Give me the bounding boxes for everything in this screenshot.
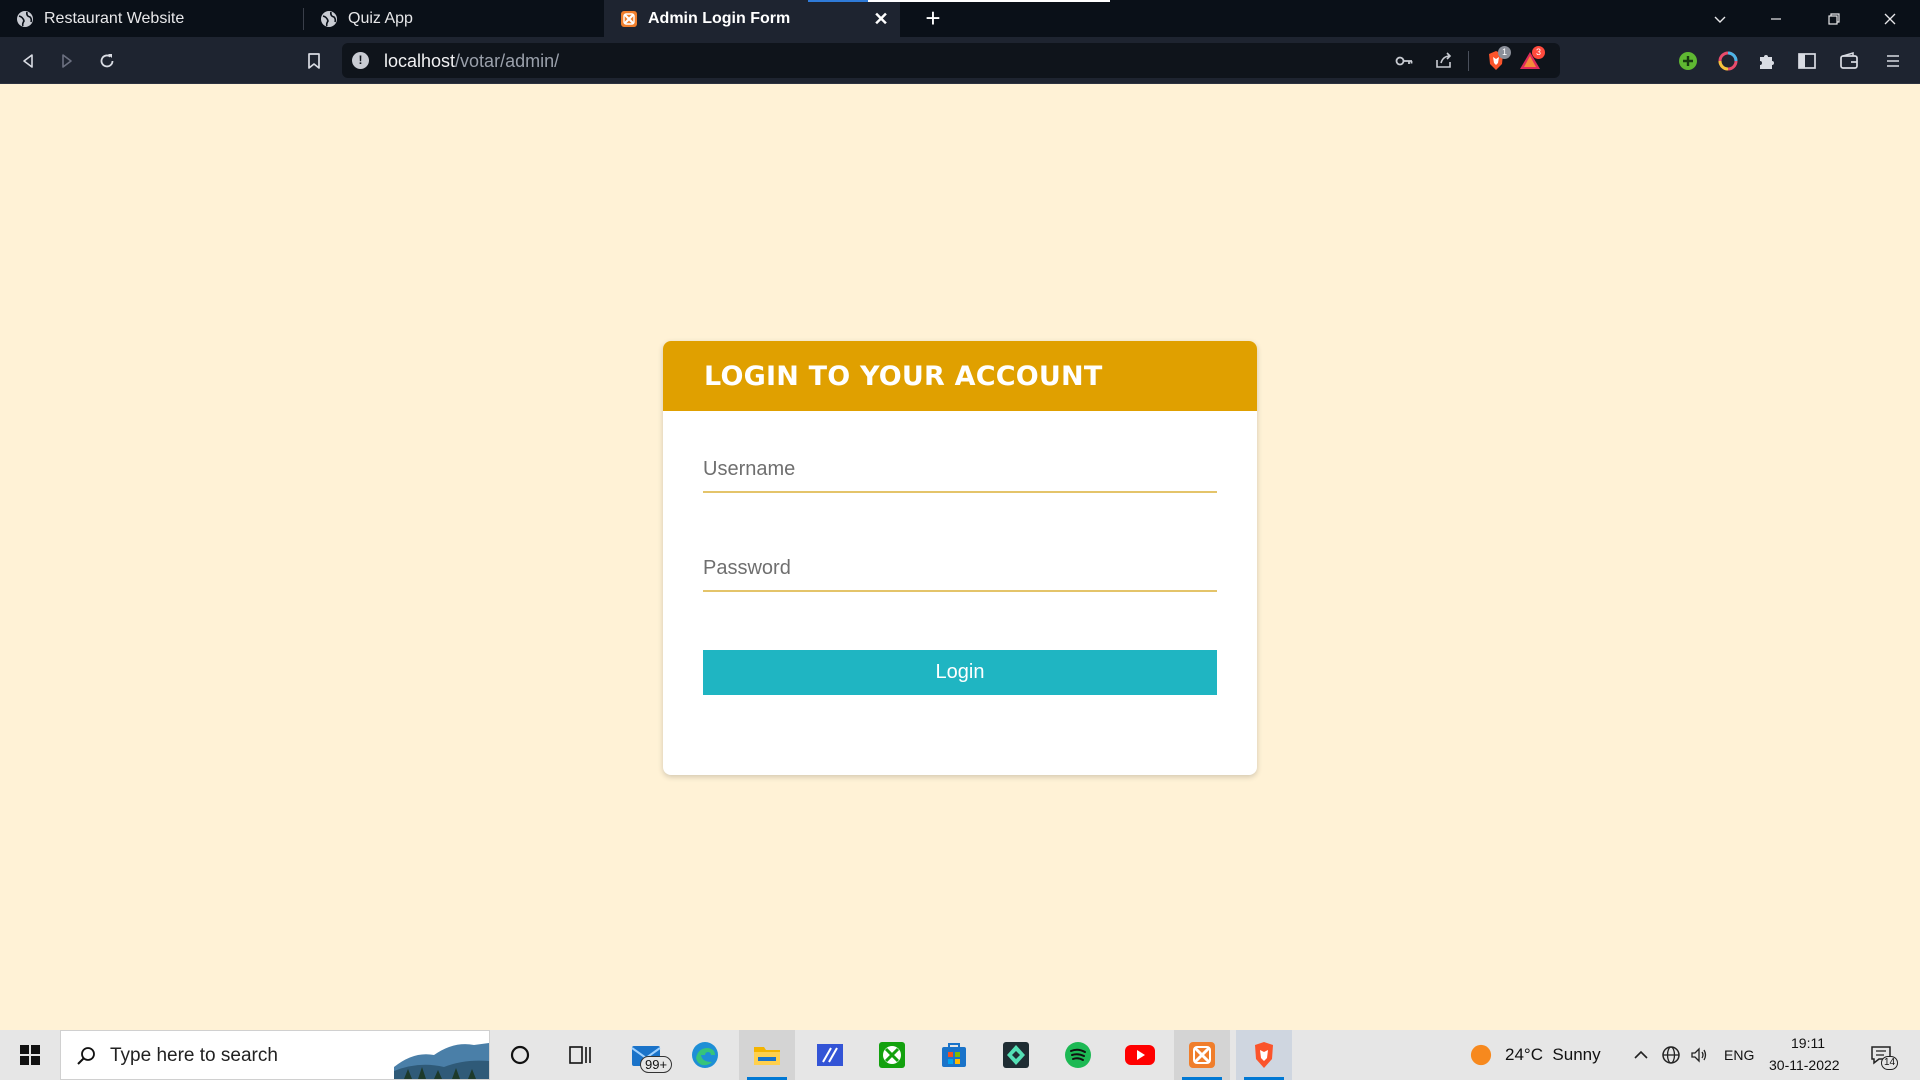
extensions-puzzle-icon[interactable]	[1752, 46, 1782, 76]
network-globe-icon[interactable]	[1660, 1044, 1682, 1066]
file-explorer-app[interactable]	[739, 1030, 795, 1080]
password-input[interactable]	[703, 542, 1217, 592]
tab-strip: Restaurant Website Quiz App Admin Login …	[0, 0, 1920, 37]
url-path: /votar/admin/	[455, 51, 560, 71]
task-view-button[interactable]	[552, 1030, 608, 1080]
chevron-down-icon	[1714, 16, 1726, 23]
file-explorer-icon	[754, 1047, 780, 1065]
edge-app[interactable]	[677, 1030, 733, 1080]
reload-button[interactable]	[92, 46, 122, 76]
back-button[interactable]	[13, 46, 43, 76]
new-tab-button[interactable]: +	[918, 4, 948, 34]
tab-search-button[interactable]	[1692, 0, 1748, 37]
search-highlight-illustration	[394, 1043, 489, 1079]
youtube-icon	[1125, 1045, 1155, 1065]
clock-time[interactable]: 19:11	[1791, 1035, 1825, 1051]
reload-icon	[100, 54, 114, 68]
browser-toolbar: ! localhost/votar/admin/ 1 3	[0, 37, 1920, 84]
start-button[interactable]	[0, 1030, 60, 1080]
globe-icon	[320, 10, 338, 28]
forward-arrow-icon	[62, 54, 72, 68]
language-indicator[interactable]: ENG	[1724, 1047, 1754, 1063]
windows-taskbar: Type here to search 99+ 24°C Sunny ENG 1…	[0, 1030, 1920, 1080]
xbox-app[interactable]	[864, 1030, 920, 1080]
task-view-icon	[569, 1046, 591, 1064]
login-button[interactable]: Login	[703, 650, 1217, 695]
notification-count: 14	[1881, 1056, 1899, 1070]
filmora-icon	[1003, 1042, 1029, 1068]
login-title: LOGIN TO YOUR ACCOUNT	[704, 360, 1103, 392]
pen-app-icon	[817, 1044, 843, 1066]
url-host: localhost	[384, 51, 456, 71]
mail-app[interactable]: 99+	[620, 1030, 676, 1080]
close-icon	[1884, 13, 1896, 24]
weather-sun-icon[interactable]	[1470, 1044, 1492, 1066]
username-input[interactable]	[703, 443, 1217, 493]
rewards-badge: 3	[1532, 46, 1545, 59]
search-icon	[75, 1045, 97, 1072]
bookmark-button[interactable]	[299, 46, 329, 76]
back-arrow-icon	[23, 54, 33, 68]
tab-title: Quiz App	[348, 9, 413, 27]
restore-button[interactable]	[1806, 0, 1862, 37]
tab-admin-login-form[interactable]: Admin Login Form ✕	[604, 0, 900, 37]
tab-title: Admin Login Form	[648, 9, 791, 27]
weather-text[interactable]: 24°C Sunny	[1505, 1045, 1601, 1065]
color-picker-extension-icon[interactable]	[1713, 46, 1743, 76]
brave-app[interactable]	[1236, 1030, 1292, 1080]
windows-logo-icon	[20, 1045, 40, 1065]
youtube-app[interactable]	[1112, 1030, 1168, 1080]
xampp-app[interactable]	[1174, 1030, 1230, 1080]
tab-loading-bar	[808, 0, 868, 2]
search-placeholder: Type here to search	[110, 1045, 278, 1066]
login-card-header: LOGIN TO YOUR ACCOUNT	[663, 341, 1257, 411]
cortana-icon	[510, 1045, 530, 1065]
password-key-icon[interactable]	[1392, 49, 1416, 73]
brave-rewards-icon[interactable]: 3	[1518, 46, 1545, 73]
wallet-icon[interactable]	[1834, 46, 1864, 76]
taskbar-search-box[interactable]: Type here to search	[60, 1030, 490, 1080]
vpn-extension-icon[interactable]	[1673, 46, 1703, 76]
mail-badge: 99+	[640, 1056, 673, 1073]
close-window-button[interactable]	[1862, 0, 1918, 37]
xbox-icon	[879, 1042, 905, 1068]
spotify-app[interactable]	[1050, 1030, 1106, 1080]
xampp-icon	[620, 10, 638, 28]
bookmark-icon	[308, 53, 320, 69]
globe-icon	[16, 10, 34, 28]
cortana-button[interactable]	[492, 1030, 548, 1080]
notification-center-icon[interactable]: 14	[1870, 1044, 1899, 1070]
store-app[interactable]	[926, 1030, 982, 1080]
tab-restaurant-website[interactable]: Restaurant Website	[0, 0, 302, 37]
clock-date[interactable]: 30-11-2022	[1769, 1057, 1840, 1073]
sidebar-toggle-icon[interactable]	[1792, 46, 1822, 76]
minimize-icon	[1771, 17, 1781, 20]
edge-icon	[692, 1042, 718, 1068]
shields-count-badge: 1	[1498, 46, 1511, 59]
tab-quiz-app[interactable]: Quiz App	[304, 0, 602, 37]
url-text[interactable]: localhost/votar/admin/	[384, 51, 559, 72]
share-icon[interactable]	[1432, 49, 1456, 73]
restore-icon	[1828, 12, 1840, 25]
menu-hamburger-icon[interactable]	[1878, 46, 1908, 76]
brave-shields-icon[interactable]: 1	[1484, 46, 1511, 73]
xampp-icon	[1189, 1042, 1215, 1068]
close-icon[interactable]: ✕	[870, 8, 892, 30]
brave-icon	[1255, 1042, 1273, 1068]
site-info-icon[interactable]: !	[352, 52, 369, 69]
forward-button[interactable]	[52, 46, 82, 76]
volume-icon[interactable]	[1688, 1044, 1710, 1066]
pen-app[interactable]	[802, 1030, 858, 1080]
address-bar[interactable]: ! localhost/votar/admin/ 1 3	[342, 43, 1560, 78]
store-icon	[942, 1043, 966, 1067]
omnibox-divider	[1468, 51, 1469, 71]
spotify-icon	[1065, 1042, 1091, 1068]
minimize-button[interactable]	[1748, 0, 1804, 37]
chevron-up-icon[interactable]	[1630, 1044, 1652, 1066]
login-card: LOGIN TO YOUR ACCOUNT Login	[663, 341, 1257, 775]
filmora-app[interactable]	[988, 1030, 1044, 1080]
tab-loading-bar	[868, 0, 1110, 2]
tab-title: Restaurant Website	[44, 9, 185, 27]
